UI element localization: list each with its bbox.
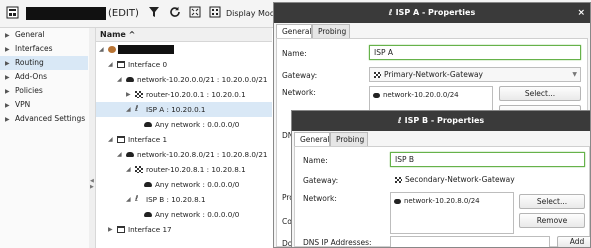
tree-row-router[interactable]: ◢ router-10.20.8.1 : 10.20.8.1 <box>96 162 272 177</box>
tab-general[interactable]: General <box>276 24 312 38</box>
filter-icon[interactable] <box>147 6 160 19</box>
interface-icon <box>117 226 125 233</box>
interface-icon <box>117 61 125 68</box>
network-icon <box>126 152 134 157</box>
tree-row-interface-17[interactable]: ▶ Interface 17 <box>96 222 272 237</box>
select-button[interactable]: Select... <box>499 86 581 101</box>
sidebar: ▶ General ▶ Interfaces ▶ Routing ▶ Add-Ons ▶… <box>0 28 90 248</box>
network-icon <box>394 198 401 204</box>
collapse-arrow-icon[interactable]: ◢ <box>117 147 122 162</box>
network-label: Network: <box>303 194 337 203</box>
name-label: Name: <box>282 49 307 58</box>
list-item[interactable]: network-10.20.8.0/24 <box>394 196 480 206</box>
tree-row-any-network[interactable]: Any network : 0.0.0.0/0 <box>96 117 272 132</box>
gateway-icon <box>374 72 381 78</box>
expand-arrow-icon[interactable]: ▶ <box>108 222 113 237</box>
router-icon <box>135 91 143 98</box>
tree-row-network[interactable]: ◢ network-10.20.8.0/21 : 10.20.8.0/21 <box>96 147 272 162</box>
list-item[interactable]: network-10.20.0.0/24 <box>373 90 459 100</box>
collapse-arrow-icon[interactable]: ◢ <box>108 57 113 72</box>
pane-splitter[interactable] <box>89 28 96 248</box>
expand-icon[interactable] <box>188 6 201 19</box>
network-icon <box>373 92 380 98</box>
chevron-right-icon: ▶ <box>5 102 10 109</box>
network-list[interactable]: network-10.20.8.0/24 <box>390 192 514 234</box>
edit-mode-label: (EDIT) <box>108 8 139 19</box>
isp-b-properties-dialog: ℓ ISP B - Properties General Probing Name… <box>291 110 591 248</box>
gateway-label: Gateway: <box>303 176 339 185</box>
chevron-right-icon: ▶ <box>5 60 10 67</box>
dialog-title-bar[interactable]: ℓ ISP B - Properties <box>292 111 590 131</box>
tree-row-any-network[interactable]: Any network : 0.0.0.0/0 <box>96 207 272 222</box>
sidebar-item-vpn[interactable]: ▶ VPN <box>5 98 87 112</box>
chevron-right-icon: ▶ <box>5 46 10 53</box>
tab-general[interactable]: General <box>294 132 330 146</box>
tab-probing[interactable]: Probing <box>330 132 368 146</box>
gateway-select[interactable]: Primary-Network-Gateway ▼ <box>369 67 581 82</box>
tree-row-isp-b[interactable]: ◢ ℓ ISP B : 10.20.8.1 <box>96 192 272 207</box>
sidebar-item-policies[interactable]: ▶ Policies <box>5 84 87 98</box>
tree-row-interface-1[interactable]: ◢ Interface 1 <box>96 132 272 147</box>
isp-icon: ℓ <box>135 104 139 113</box>
sidebar-item-routing[interactable]: ▶ Routing <box>0 56 88 70</box>
expand-arrow-icon[interactable]: ▶ <box>126 87 131 102</box>
name-label: Name: <box>303 156 328 165</box>
redacted-name <box>26 7 106 20</box>
collapse-arrow-icon[interactable]: ◢ <box>126 102 131 117</box>
chevron-right-icon: ▶ <box>5 88 10 95</box>
tab-probing[interactable]: Probing <box>312 24 350 38</box>
gateway-icon <box>395 177 402 183</box>
chevron-right-icon: ▶ <box>5 32 10 39</box>
sidebar-item-interfaces[interactable]: ▶ Interfaces <box>5 42 87 56</box>
chevron-right-icon: ▶ <box>5 74 10 81</box>
close-icon[interactable]: × <box>577 3 585 23</box>
routing-tree: Name ^ ◢ ◢ Interface 0 ◢ network-10.20.0… <box>96 28 272 248</box>
dns-ip-addresses-label: DNS IP Addresses: <box>303 238 372 247</box>
splitter-arrows-icon[interactable]: ◀ ▶ <box>90 178 94 190</box>
refresh-icon[interactable] <box>168 6 181 19</box>
collapse-arrow-icon[interactable]: ◢ <box>117 72 122 87</box>
tree-header-name[interactable]: Name ^ <box>96 28 272 42</box>
name-field[interactable]: ISP A <box>369 45 581 60</box>
network-icon <box>126 77 134 82</box>
chevron-right-icon: ▶ <box>5 116 10 123</box>
firewall-app-icon <box>6 6 19 19</box>
router-icon <box>135 166 143 173</box>
dialog-title-bar[interactable]: ℓ ISP A - Properties × <box>274 3 590 23</box>
collapse-arrow-icon[interactable]: ◢ <box>99 42 104 57</box>
network-icon <box>144 212 152 217</box>
tree-row-interface-0[interactable]: ◢ Interface 0 <box>96 57 272 72</box>
isp-icon: ℓ <box>388 8 393 17</box>
remove-button[interactable]: Remove <box>519 213 585 228</box>
isp-icon: ℓ <box>397 116 402 125</box>
sidebar-item-advanced-settings[interactable]: ▶ Advanced Settings <box>5 112 87 126</box>
firewall-icon <box>108 46 116 53</box>
sidebar-item-general[interactable]: ▶ General <box>5 28 87 42</box>
collapse-arrow-icon[interactable]: ◢ <box>126 192 131 207</box>
redacted-firewall-name <box>118 45 174 54</box>
tree-row-router[interactable]: ▶ router-10.20.0.1 : 10.20.0.1 <box>96 87 272 102</box>
general-panel: Name: ISP B Gateway: Secondary-Network-G… <box>294 146 590 247</box>
gateway-label: Gateway: <box>282 71 318 80</box>
dns-ip-field[interactable] <box>390 236 550 247</box>
tree-row-isp-a[interactable]: ◢ ℓ ISP A : 10.20.0.1 <box>96 102 272 117</box>
collapse-arrow-icon[interactable]: ◢ <box>108 132 113 147</box>
network-icon <box>144 122 152 127</box>
chevron-down-icon: ▼ <box>572 71 577 78</box>
interface-icon <box>117 136 125 143</box>
network-icon <box>144 182 152 187</box>
gateway-select[interactable]: Secondary-Network-Gateway <box>390 172 585 187</box>
name-field[interactable]: ISP B <box>390 152 585 167</box>
tree-row-network[interactable]: ◢ network-10.20.0.0/21 : 10.20.0.0/21 <box>96 72 272 87</box>
network-label: Network: <box>282 88 316 97</box>
tree-row-any-network[interactable]: Any network : 0.0.0.0/0 <box>96 177 272 192</box>
sidebar-item-add-ons[interactable]: ▶ Add-Ons <box>5 70 87 84</box>
display-mode-label[interactable]: Display Mode <box>226 8 280 20</box>
collapse-arrow-icon[interactable]: ◢ <box>126 162 131 177</box>
isp-icon: ℓ <box>135 194 139 203</box>
add-button[interactable]: Add <box>557 236 590 247</box>
display-mode-icon[interactable] <box>208 6 221 19</box>
select-button[interactable]: Select... <box>519 194 585 209</box>
